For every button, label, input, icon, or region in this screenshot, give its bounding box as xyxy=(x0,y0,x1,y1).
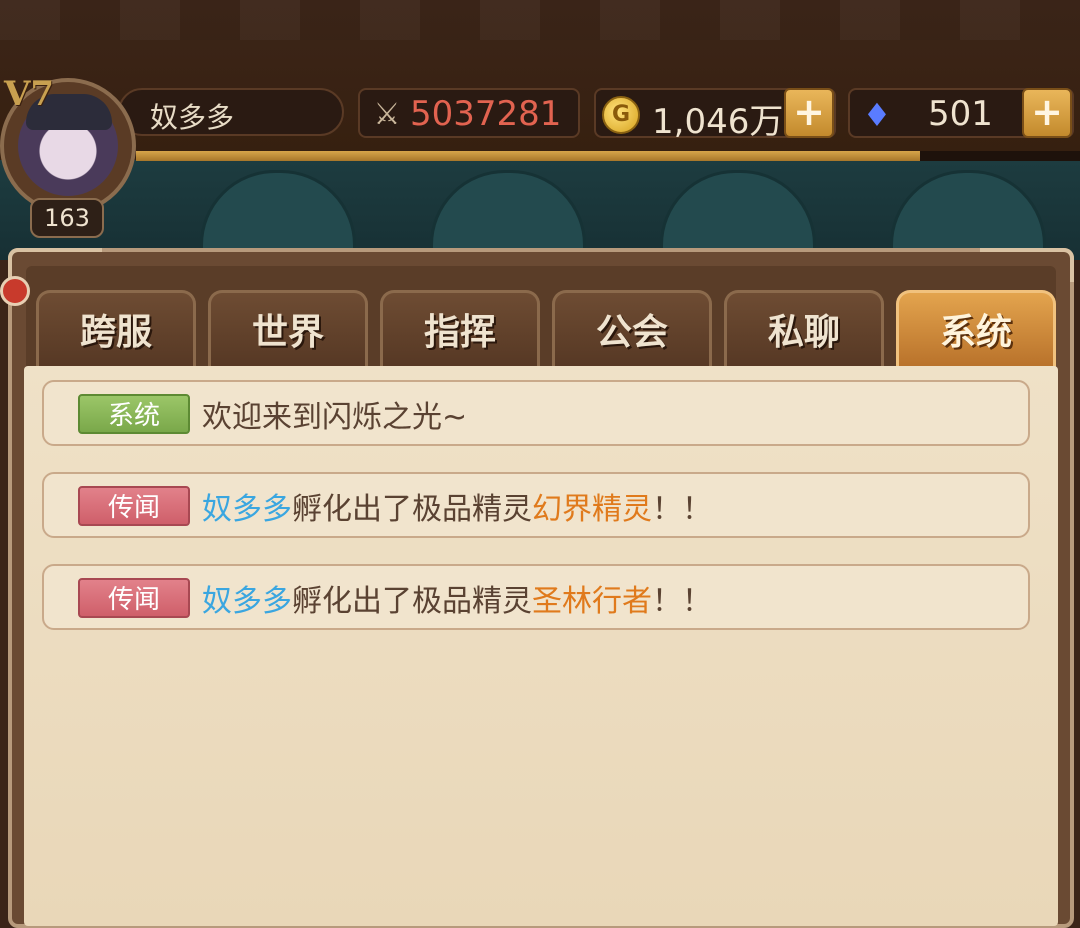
item-name-link[interactable]: 幻界精灵 xyxy=(532,492,652,527)
player-name-link[interactable]: 奴多多 xyxy=(202,492,292,527)
tab-guild[interactable]: 公会 xyxy=(552,290,712,368)
add-diamond-button[interactable]: + xyxy=(1022,88,1072,138)
rumor-tag: 传闻 xyxy=(78,578,190,618)
message-suffix: ！！ xyxy=(652,492,712,527)
notification-dot xyxy=(0,276,30,306)
diamond-box: ♦ 501 + xyxy=(848,88,1074,138)
chat-message: 传闻 奴多多孵化出了极品精灵幻界精灵！！ xyxy=(42,472,1030,538)
diamond-icon: ♦ xyxy=(862,96,892,134)
add-gold-button[interactable]: + xyxy=(784,88,834,138)
chat-message: 传闻 奴多多孵化出了极品精灵圣林行者！！ xyxy=(42,564,1030,630)
message-text: 欢迎来到闪烁之光~ xyxy=(202,392,467,436)
diamond-value: 501 xyxy=(928,94,993,134)
chat-message: 系统 欢迎来到闪烁之光~ xyxy=(42,380,1030,446)
exp-bar xyxy=(136,151,1080,161)
tab-system[interactable]: 系统 xyxy=(896,290,1056,368)
message-body: 孵化出了极品精灵 xyxy=(292,584,532,619)
message-body: 孵化出了极品精灵 xyxy=(292,492,532,527)
message-body: 欢迎来到闪烁之光~ xyxy=(202,400,468,435)
gold-box: G 1,046万 + xyxy=(594,88,836,142)
player-name-pill: 奴多多 xyxy=(118,88,344,136)
gold-coin-icon: G xyxy=(602,96,640,134)
tab-private[interactable]: 私聊 xyxy=(724,290,884,368)
tab-cross-server[interactable]: 跨服 xyxy=(36,290,196,368)
rumor-tag: 传闻 xyxy=(78,486,190,526)
combat-power-box: ⚔ 5037281 xyxy=(358,88,580,138)
gold-value: 1,046万 xyxy=(652,102,784,142)
tab-command[interactable]: 指挥 xyxy=(380,290,540,368)
player-name: 奴多多 xyxy=(150,101,235,134)
exp-bar-fill xyxy=(136,151,920,161)
system-tag: 系统 xyxy=(78,394,190,434)
message-text: 奴多多孵化出了极品精灵圣林行者！！ xyxy=(202,576,712,620)
player-name-link[interactable]: 奴多多 xyxy=(202,584,292,619)
message-suffix: ！！ xyxy=(652,584,712,619)
crossed-swords-icon: ⚔ xyxy=(373,97,401,132)
player-level-badge: 163 xyxy=(30,198,104,238)
chat-message-area[interactable] xyxy=(24,366,1058,926)
combat-power-value: 5037281 xyxy=(410,94,562,134)
item-name-link[interactable]: 圣林行者 xyxy=(532,584,652,619)
tab-world[interactable]: 世界 xyxy=(208,290,368,368)
vip-level: V7 xyxy=(4,74,55,114)
message-text: 奴多多孵化出了极品精灵幻界精灵！！ xyxy=(202,484,712,528)
